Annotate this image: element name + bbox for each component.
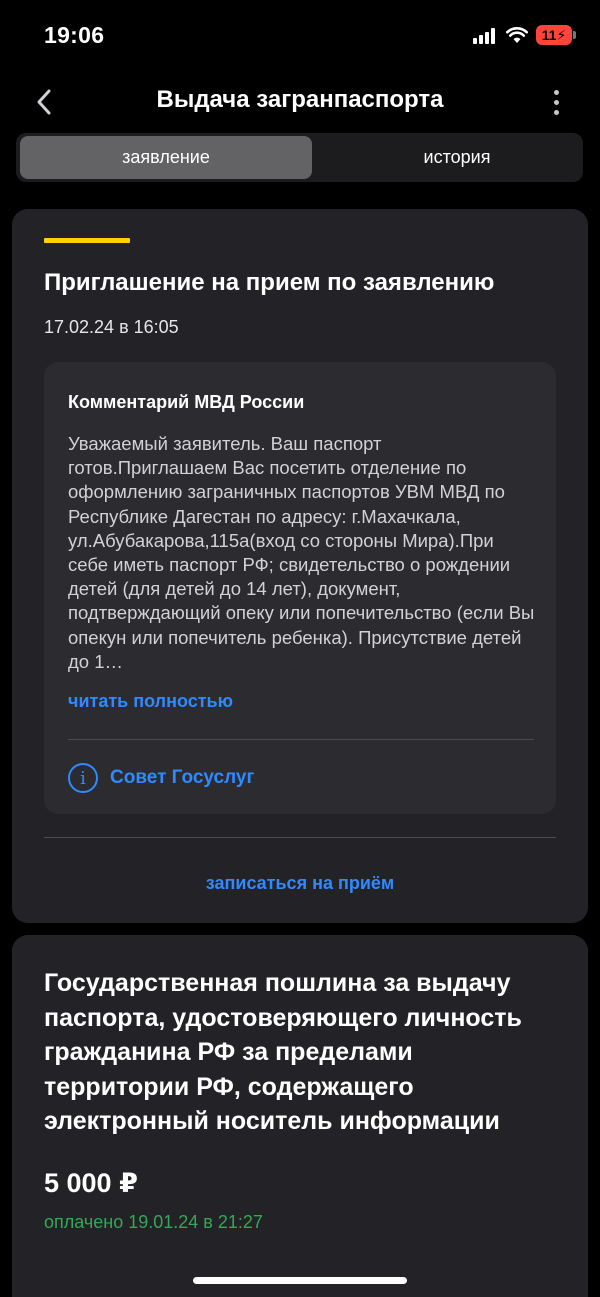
fee-amount: 5 000 ₽	[44, 1168, 138, 1198]
more-options-button[interactable]	[540, 84, 572, 120]
book-appointment-button[interactable]: записаться на приём	[12, 873, 588, 894]
fee-title: Государственная пошлина за выдачу паспор…	[44, 969, 522, 1135]
cellular-signal-icon	[473, 28, 497, 44]
comment-title: Комментарий МВД России	[68, 392, 305, 412]
gosuslugi-tip-link[interactable]: i Совет Госуслуг	[68, 762, 254, 794]
tip-label: Совет Госуслуг	[110, 767, 255, 788]
status-bar: 19:06 11⚡	[0, 0, 600, 70]
tab-switcher: заявление история	[16, 133, 583, 182]
battery-level: 11⚡	[541, 27, 567, 43]
payment-status: оплачено 19.01.24 в 21:27	[44, 1212, 263, 1232]
invitation-title: Приглашение на прием по заявлению	[44, 269, 495, 296]
status-time: 19:06	[44, 22, 105, 48]
state-fee-card: Государственная пошлина за выдачу паспор…	[12, 935, 588, 1297]
invitation-card: Приглашение на прием по заявлению 17.02.…	[12, 209, 588, 923]
invitation-date: 17.02.24 в 16:05	[44, 317, 179, 337]
divider	[44, 837, 556, 838]
info-icon: i	[68, 763, 98, 793]
home-indicator	[193, 1277, 407, 1284]
accent-bar	[44, 238, 130, 243]
divider	[68, 739, 534, 740]
read-more-link[interactable]: читать полностью	[68, 691, 233, 712]
battery-nub	[573, 31, 576, 39]
mvd-comment-block: Комментарий МВД России Уважаемый заявите…	[44, 362, 556, 814]
navigation-bar: Выдача загранпаспорта	[0, 78, 600, 126]
more-dot-icon	[553, 109, 559, 115]
battery-icon: 11⚡	[536, 25, 572, 45]
page-title: Выдача загранпаспорта	[156, 86, 444, 113]
more-dot-icon	[553, 99, 559, 105]
tab-history[interactable]: история	[314, 136, 600, 179]
wifi-icon	[506, 26, 528, 44]
comment-text: Уважаемый заявитель. Ваш паспорт готов.П…	[68, 433, 535, 672]
tab-application[interactable]: заявление	[20, 136, 312, 179]
more-dot-icon	[553, 89, 559, 95]
